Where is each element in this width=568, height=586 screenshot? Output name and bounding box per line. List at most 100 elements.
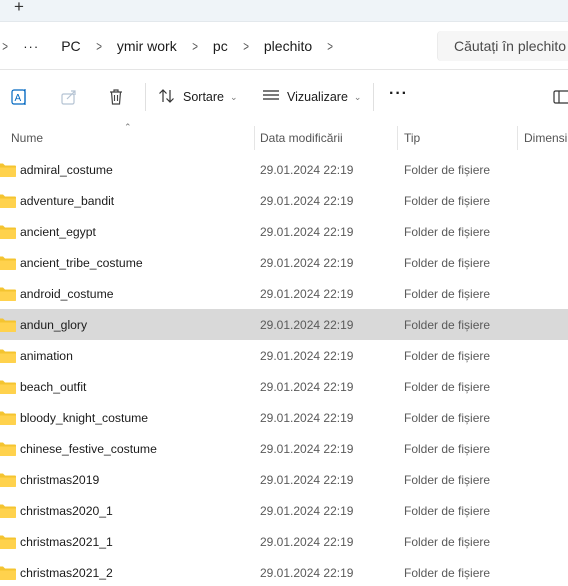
folder-icon — [0, 442, 16, 456]
column-divider[interactable] — [254, 126, 255, 150]
table-row[interactable]: animation 29.01.2024 22:19 Folder de fișie… — [0, 340, 568, 371]
chevron-right-icon[interactable]: > — [192, 38, 198, 54]
folder-icon — [0, 349, 16, 363]
command-bar: A Sortare ⌄ Vizualizare ⌄ ··· — [0, 71, 568, 123]
more-options-button[interactable]: ··· — [389, 85, 408, 103]
file-date: 29.01.2024 22:19 — [260, 504, 354, 518]
sort-icon — [158, 88, 176, 107]
file-name: chinese_festive_costume — [20, 442, 157, 456]
folder-icon — [0, 504, 16, 518]
folder-icon — [0, 163, 16, 177]
delete-icon[interactable] — [106, 87, 126, 107]
file-date: 29.01.2024 22:19 — [260, 318, 354, 332]
breadcrumb-item-pc[interactable]: PC — [61, 38, 80, 54]
file-date: 29.01.2024 22:19 — [260, 535, 354, 549]
folder-icon — [0, 318, 16, 332]
breadcrumb-item-ymir-work[interactable]: ymir work — [117, 38, 177, 54]
file-name: christmas2019 — [20, 473, 100, 487]
file-date: 29.01.2024 22:19 — [260, 349, 354, 363]
sort-ascending-icon: ⌃ — [124, 122, 132, 132]
tab-strip: + — [0, 0, 568, 22]
table-row[interactable]: chinese_festive_costume 29.01.2024 22:19 F… — [0, 433, 568, 464]
view-icon — [262, 89, 280, 106]
sort-label: Sortare — [183, 90, 224, 104]
table-row[interactable]: andun_glory 29.01.2024 22:19 Folder de fiș… — [0, 309, 568, 340]
file-type: Folder de fișiere — [404, 380, 491, 394]
file-name: adventure_bandit — [20, 194, 115, 208]
folder-icon — [0, 225, 16, 239]
file-name: christmas2021_2 — [20, 566, 113, 580]
svg-text:A: A — [15, 93, 22, 104]
folder-icon — [0, 535, 16, 549]
column-header-type[interactable]: Tip — [404, 131, 420, 145]
file-list: admiral_costume 29.01.2024 22:19 Folder de… — [0, 154, 568, 586]
file-type: Folder de fișiere — [404, 504, 491, 518]
chevron-right-icon[interactable]: > — [243, 38, 249, 54]
folder-icon — [0, 256, 16, 270]
table-row[interactable]: adventure_bandit 29.01.2024 22:19 Folder d… — [0, 185, 568, 216]
rename-icon[interactable]: A — [10, 87, 30, 107]
file-type: Folder de fișiere — [404, 411, 491, 425]
column-header-size[interactable]: Dimensi — [524, 131, 567, 145]
view-button[interactable]: Vizualizare ⌄ — [262, 86, 361, 108]
search-input[interactable]: Căutați în plechito — [437, 31, 568, 61]
file-date: 29.01.2024 22:19 — [260, 566, 354, 580]
file-date: 29.01.2024 22:19 — [260, 287, 354, 301]
file-date: 29.01.2024 22:19 — [260, 225, 354, 239]
file-name: christmas2021_1 — [20, 535, 113, 549]
search-placeholder: Căutați în plechito — [454, 38, 567, 54]
breadcrumb-overflow-button[interactable]: ··· — [23, 39, 39, 54]
table-row[interactable]: christmas2021_2 29.01.2024 22:19 Folder de… — [0, 557, 568, 586]
table-row[interactable]: bloody_knight_costume 29.01.2024 22:19 Fol… — [0, 402, 568, 433]
column-divider[interactable] — [397, 126, 398, 150]
table-row[interactable]: christmas2019 29.01.2024 22:19 Folder de f… — [0, 464, 568, 495]
file-type: Folder de fișiere — [404, 473, 491, 487]
file-name: beach_outfit — [20, 380, 87, 394]
folder-icon — [0, 411, 16, 425]
file-name: android_costume — [20, 287, 114, 301]
view-label: Vizualizare — [287, 90, 348, 104]
column-header-date[interactable]: Data modificării — [260, 131, 343, 145]
divider — [373, 83, 374, 111]
share-icon[interactable] — [59, 87, 79, 107]
file-type: Folder de fișiere — [404, 256, 491, 270]
file-type: Folder de fișiere — [404, 194, 491, 208]
table-row[interactable]: ancient_egypt 29.01.2024 22:19 Folder de f… — [0, 216, 568, 247]
chevron-right-icon[interactable]: > — [2, 38, 8, 54]
folder-icon — [0, 287, 16, 301]
file-type: Folder de fișiere — [404, 287, 491, 301]
file-name: bloody_knight_costume — [20, 411, 149, 425]
file-name: christmas2020_1 — [20, 504, 113, 518]
file-type: Folder de fișiere — [404, 163, 491, 177]
file-name: admiral_costume — [20, 163, 113, 177]
folder-icon — [0, 473, 16, 487]
address-bar: > ··· PC > ymir work > pc > plechito > C… — [0, 22, 568, 70]
file-date: 29.01.2024 22:19 — [260, 194, 354, 208]
file-name: ancient_egypt — [20, 225, 96, 239]
table-row[interactable]: beach_outfit 29.01.2024 22:19 Folder de fi… — [0, 371, 568, 402]
file-date: 29.01.2024 22:19 — [260, 256, 354, 270]
file-name: ancient_tribe_costume — [20, 256, 143, 270]
table-row[interactable]: christmas2021_1 29.01.2024 22:19 Folder de… — [0, 526, 568, 557]
file-type: Folder de fișiere — [404, 349, 491, 363]
chevron-right-icon[interactable]: > — [96, 38, 102, 54]
breadcrumb-item-plechito[interactable]: plechito — [264, 38, 312, 54]
details-pane-icon[interactable] — [552, 87, 568, 107]
breadcrumb-item-pc-folder[interactable]: pc — [213, 38, 228, 54]
column-header-name[interactable]: Nume — [11, 131, 43, 145]
folder-icon — [0, 566, 16, 580]
table-row[interactable]: android_costume 29.01.2024 22:19 Folder de… — [0, 278, 568, 309]
chevron-down-icon: ⌄ — [353, 91, 362, 102]
file-type: Folder de fișiere — [404, 442, 491, 456]
sort-button[interactable]: Sortare ⌄ — [158, 86, 238, 108]
table-row[interactable]: ancient_tribe_costume 29.01.2024 22:19 Fol… — [0, 247, 568, 278]
file-name: andun_glory — [20, 318, 88, 332]
file-date: 29.01.2024 22:19 — [260, 163, 354, 177]
breadcrumb: > ··· PC > ymir work > pc > plechito > — [0, 22, 348, 70]
column-divider[interactable] — [517, 126, 518, 150]
table-row[interactable]: christmas2020_1 29.01.2024 22:19 Folder de… — [0, 495, 568, 526]
file-type: Folder de fișiere — [404, 225, 491, 239]
new-tab-button[interactable]: + — [14, 0, 24, 16]
table-row[interactable]: admiral_costume 29.01.2024 22:19 Folder de… — [0, 154, 568, 185]
chevron-right-icon[interactable]: > — [327, 38, 333, 54]
